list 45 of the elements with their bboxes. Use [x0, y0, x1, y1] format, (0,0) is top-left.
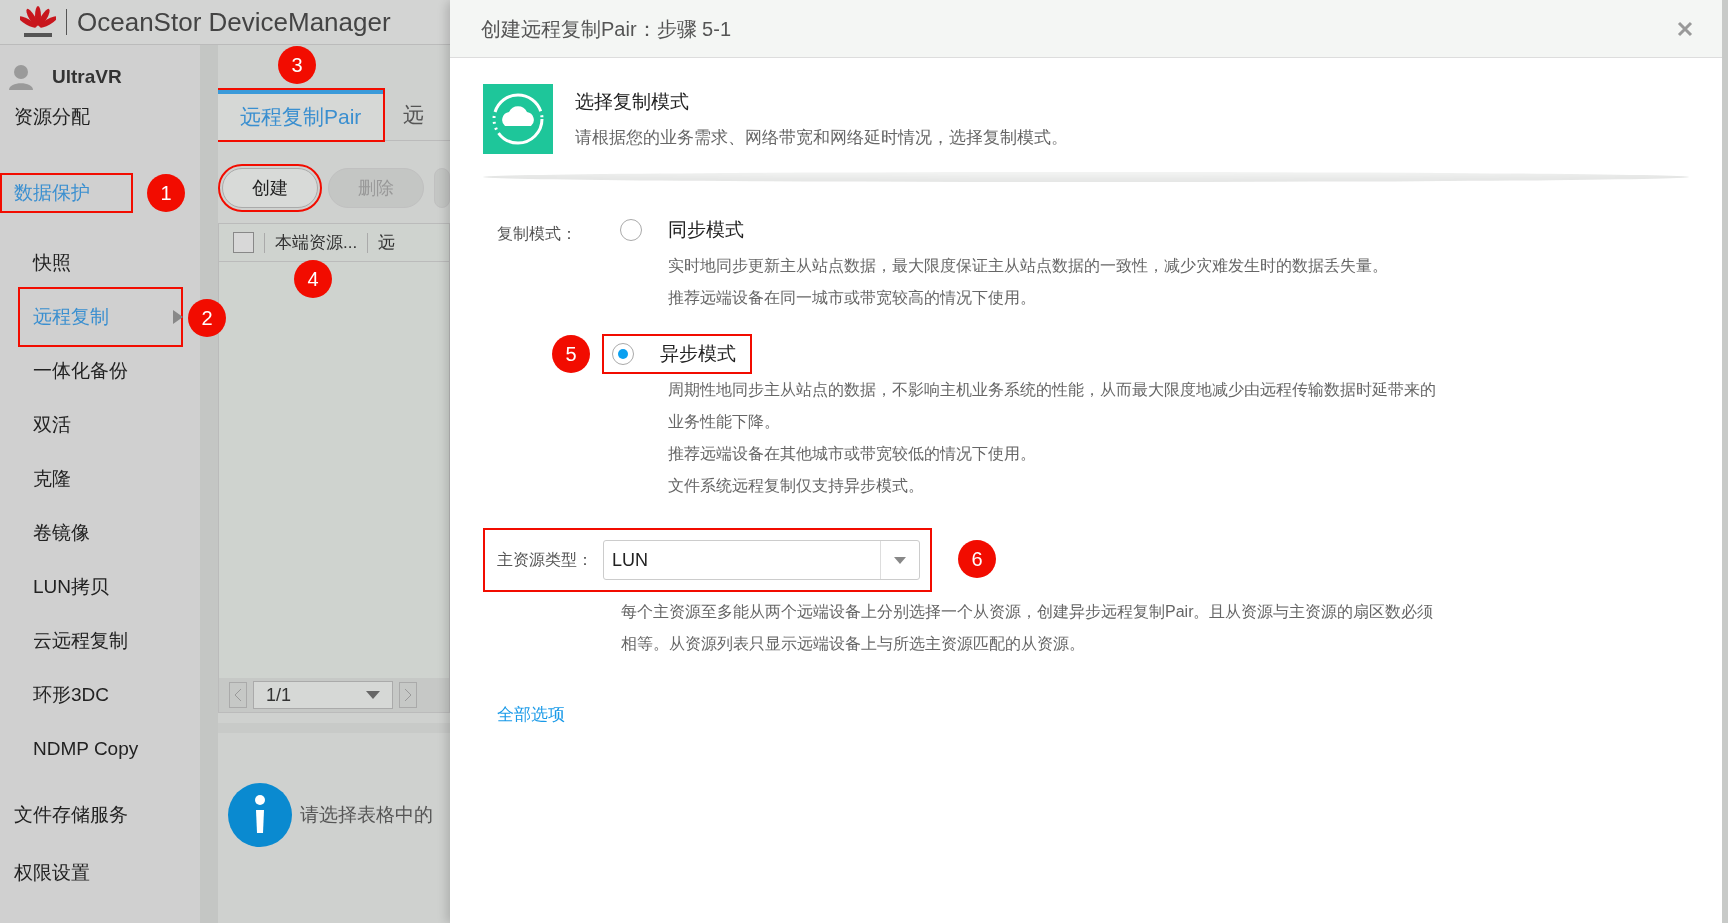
info-message: 请选择表格中的 — [300, 803, 433, 827]
cloud-sync-icon — [483, 84, 553, 154]
mode-description: 实时地同步更新主从站点数据，最大限度保证主从站点数据的一致性，减少灾难发生时的数据丢失量。 — [668, 256, 1389, 276]
mode-description: 文件系统远程复制仅支持异步模式。 — [668, 476, 925, 496]
radio-button[interactable] — [620, 219, 642, 241]
sidebar-item[interactable]: 文件存储服务 — [0, 795, 133, 835]
column-header[interactable]: 本端资源... — [275, 229, 358, 256]
step-number-badge: 2 — [188, 299, 226, 337]
chevron-left-icon — [234, 688, 242, 702]
user-icon — [8, 64, 34, 90]
mode-description: 业务性能下降。 — [668, 412, 781, 432]
field-hint: 相等。从资源列表只显示远端设备上与所选主资源匹配的从资源。 — [621, 634, 1086, 654]
sidebar-item[interactable]: 权限设置 — [0, 853, 133, 893]
flower-logo-icon — [20, 6, 56, 38]
dialog-title: 创建远程复制Pair：步骤 5-1 — [481, 16, 732, 42]
previous-page-button[interactable] — [229, 682, 247, 708]
section-heading: 选择复制模式 — [575, 90, 690, 114]
mode-description: 推荐远端设备在同一城市或带宽较高的情况下使用。 — [668, 288, 1037, 308]
mode-description: 周期性地同步主从站点的数据，不影响主机业务系统的性能，从而最大限度地减少由远程传输数据时延带来的 — [668, 380, 1436, 400]
field-label: 复制模式： — [497, 224, 578, 244]
toolbar-button[interactable] — [434, 168, 450, 208]
close-icon — [1677, 20, 1693, 37]
dropdown-arrow-icon — [894, 556, 906, 564]
step-number-badge: 6 — [958, 540, 996, 578]
tab[interactable]: 远 — [383, 90, 445, 140]
app-title: OceanStor DeviceManager — [77, 5, 391, 39]
sidebar-item[interactable]: 资源分配 — [0, 97, 133, 137]
resource-type-select[interactable]: LUN — [603, 540, 920, 580]
mode-description: 推荐远端设备在其他城市或带宽较低的情况下使用。 — [668, 444, 1037, 464]
chevron-right-icon — [404, 688, 412, 702]
page-select[interactable]: 1/1 — [253, 681, 393, 709]
step-number-badge: 1 — [147, 174, 185, 212]
user-name: UltraVR — [52, 64, 122, 89]
field-label: 主资源类型： — [497, 550, 593, 570]
dropdown-arrow-icon — [366, 691, 380, 699]
section-description: 请根据您的业务需求、网络带宽和网络延时情况，选择复制模式。 — [575, 126, 1068, 149]
field-hint: 每个主资源至多能从两个远端设备上分别选择一个从资源，创建异步远程复制Pair。且从资源与主资源的扇区数必须 — [621, 602, 1435, 622]
radio-button[interactable] — [612, 343, 634, 365]
step-number-badge: 3 — [278, 46, 316, 84]
radio-label[interactable]: 同步模式 — [668, 215, 744, 245]
column-header[interactable]: 远 — [378, 229, 396, 256]
step-number-badge: 5 — [552, 335, 590, 373]
select-all-checkbox[interactable] — [233, 232, 254, 253]
info-icon — [228, 783, 292, 847]
next-page-button[interactable] — [399, 682, 417, 708]
